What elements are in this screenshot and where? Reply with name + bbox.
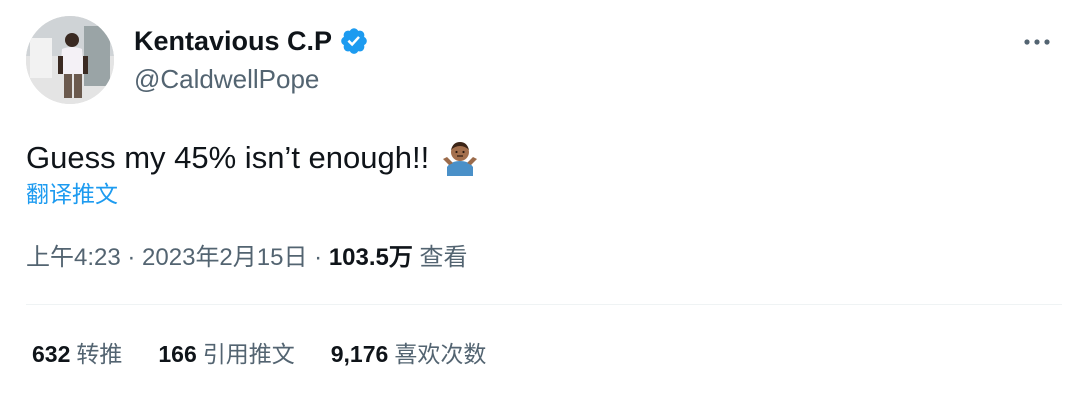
views-count: 103.5万 — [328, 244, 413, 271]
retweets-count: 632 — [32, 341, 71, 367]
avatar-photo — [26, 16, 114, 104]
quote-tweets-count: 166 — [158, 341, 197, 367]
author-name[interactable]: Kentavious C.P — [134, 24, 332, 58]
translate-link[interactable]: 翻译推文 — [26, 178, 118, 210]
likes-count: 9,176 — [330, 341, 389, 367]
quote-tweets-stat[interactable]: 166 引用推文 — [158, 336, 294, 372]
avatar[interactable] — [26, 16, 114, 104]
author-name-row: Kentavious C.P — [134, 24, 369, 58]
quote-tweets-label: 引用推文 — [202, 341, 295, 367]
likes-stat[interactable]: 9,176 喜欢次数 — [331, 336, 487, 372]
tweet-time[interactable]: 上午4:23 — [26, 244, 121, 271]
engagement-stats: 632 转推 166 引用推文 9,176 喜欢次数 — [32, 336, 522, 372]
retweets-label: 转推 — [76, 341, 123, 367]
verified-badge-icon — [339, 26, 369, 56]
more-horizontal-icon[interactable] — [1020, 28, 1054, 56]
author-handle[interactable]: @CaldwellPope — [134, 62, 319, 96]
tweet-text-row: Guess my 45% isn’t enough!! — [26, 138, 479, 178]
divider — [26, 304, 1062, 305]
retweets-stat[interactable]: 632 转推 — [32, 336, 122, 372]
likes-label: 喜欢次数 — [394, 341, 487, 367]
views-label: 查看 — [419, 244, 468, 271]
meta-separator: · — [120, 244, 143, 271]
tweet-text: Guess my 45% isn’t enough!! — [26, 140, 430, 175]
tweet-date[interactable]: 2023年2月15日 — [142, 244, 307, 271]
person-shrugging-emoji — [441, 139, 479, 177]
meta-separator: · — [307, 244, 329, 271]
tweet-metadata: 上午4:23 · 2023年2月15日 · 103.5万 查看 — [26, 240, 468, 276]
